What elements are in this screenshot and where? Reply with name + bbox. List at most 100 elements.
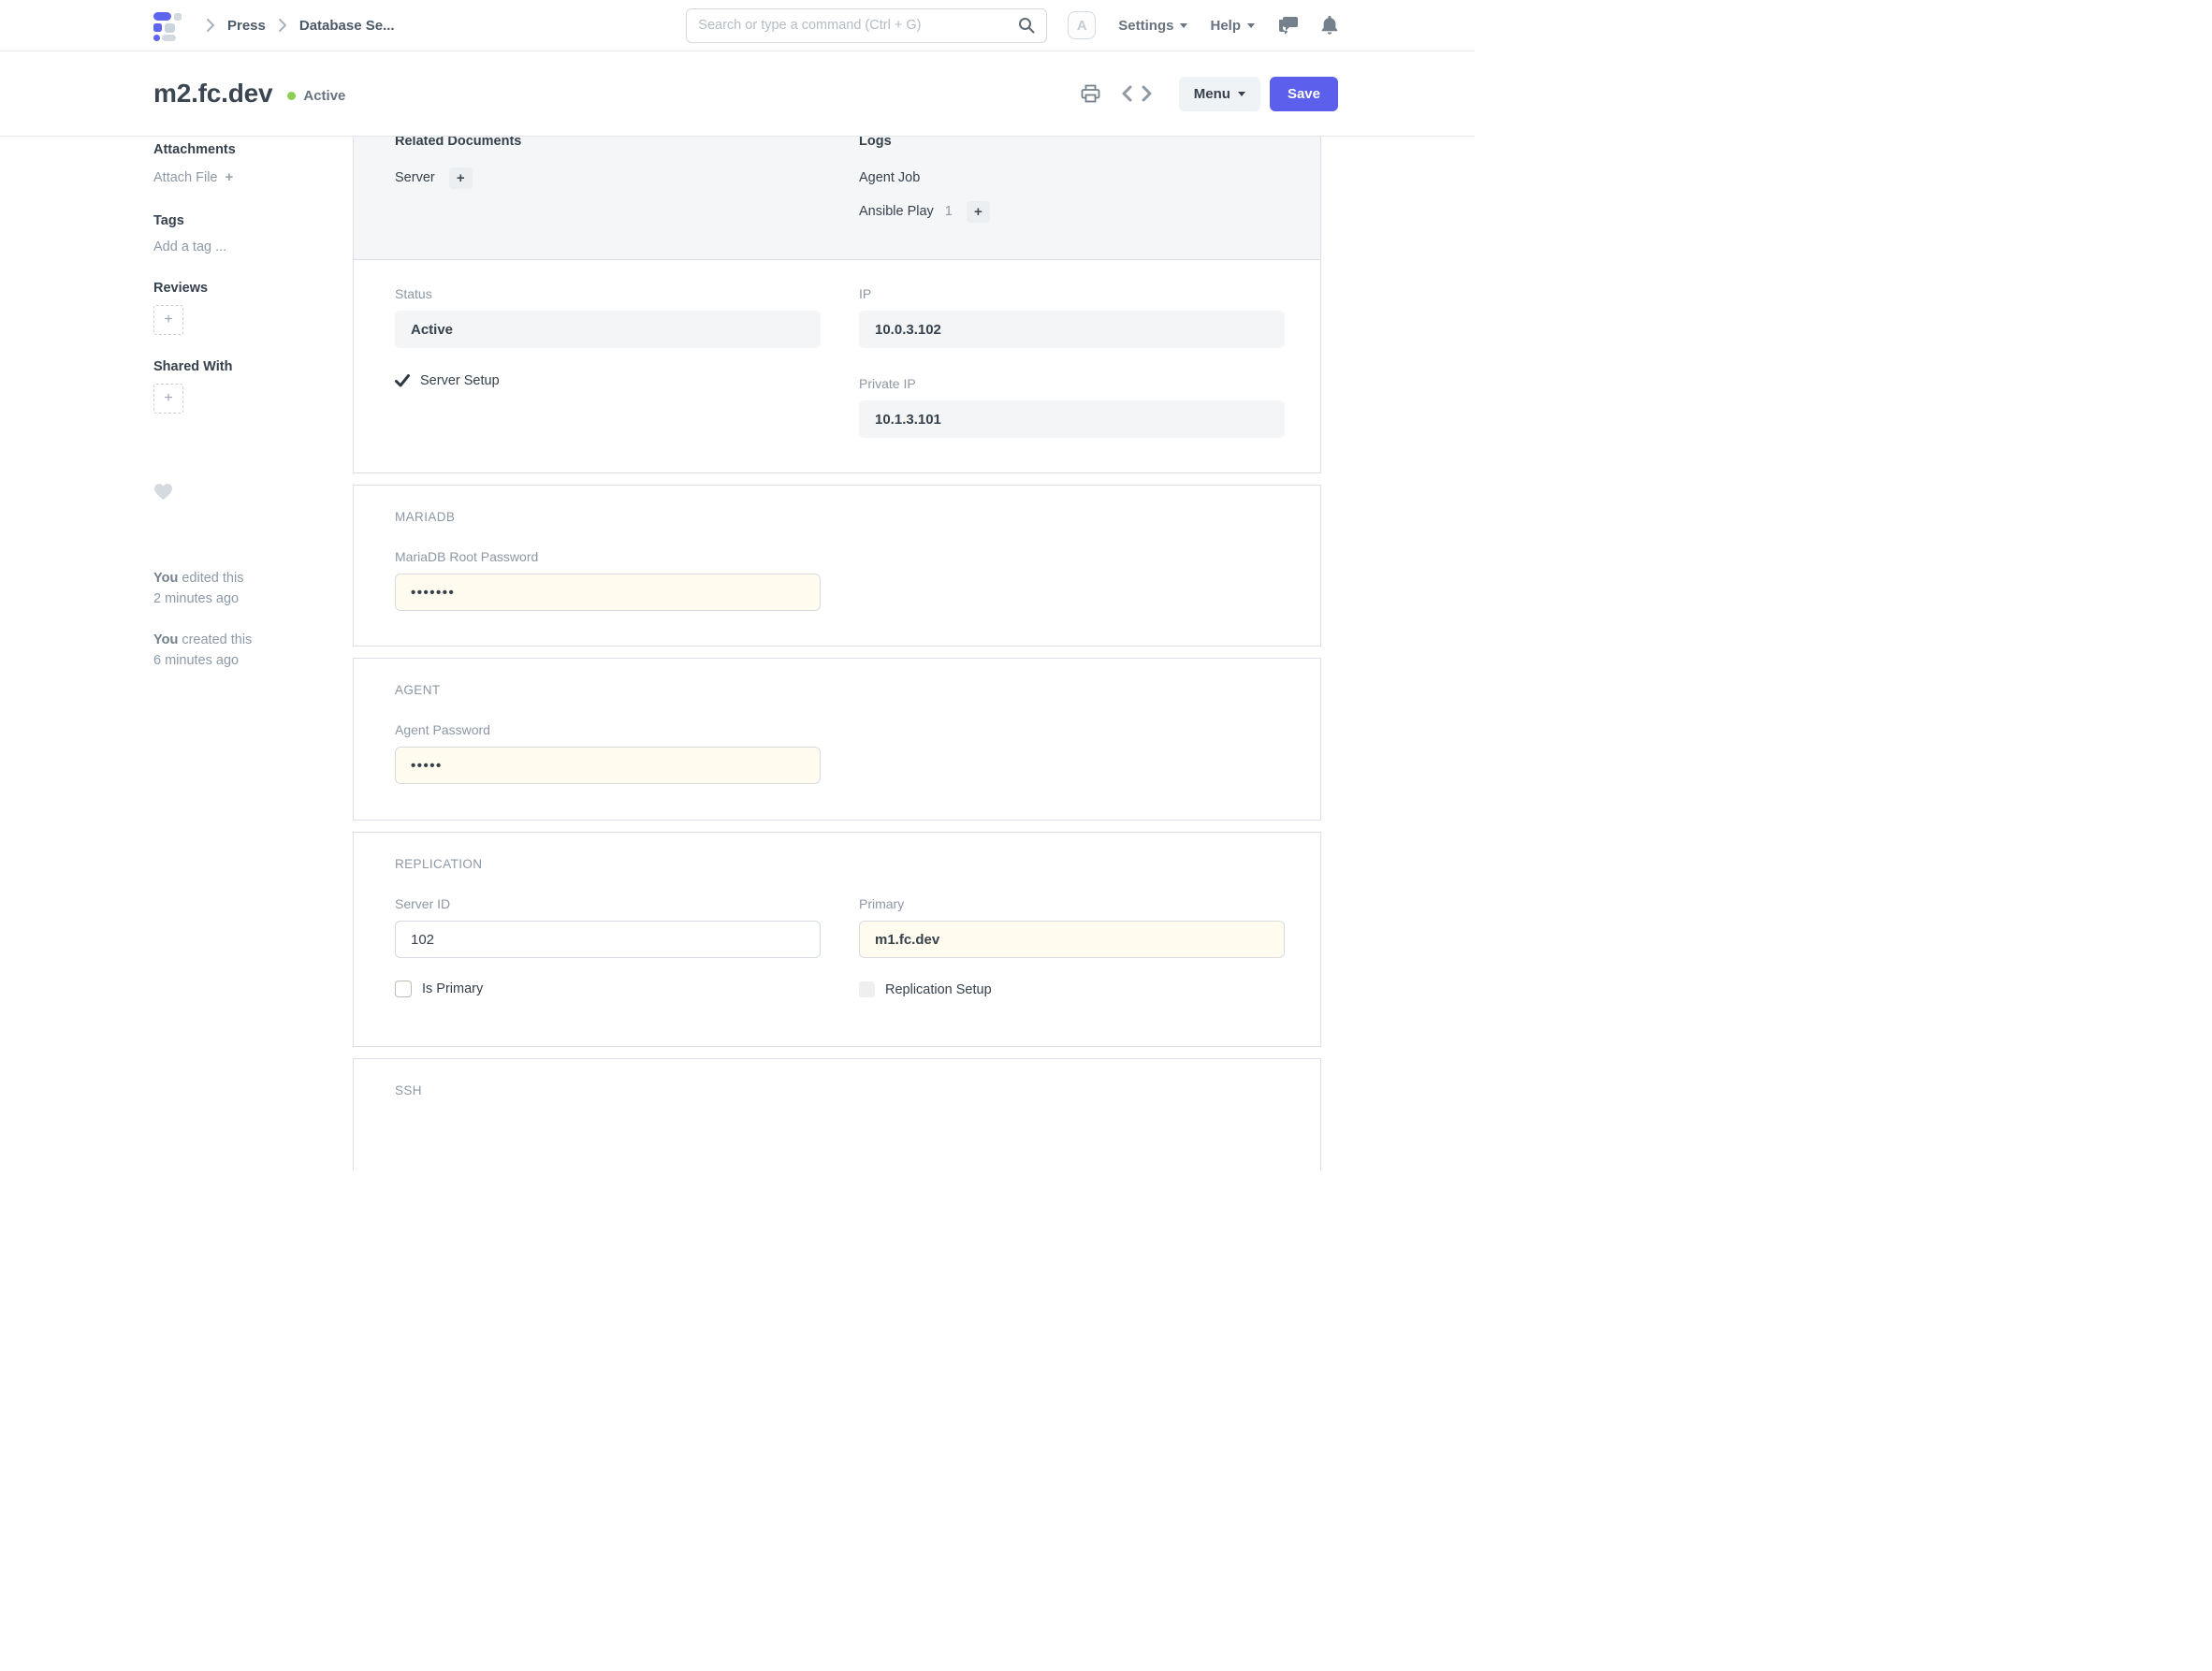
replication-setup-checkbox — [859, 981, 875, 997]
mariadb-root-password-label: MariaDB Root Password — [395, 548, 821, 565]
reviews-title: Reviews — [153, 281, 327, 296]
search-icon[interactable] — [1018, 17, 1035, 34]
timeline-when: 6 minutes ago — [153, 650, 327, 671]
timeline-entry: You created this 6 minutes ago — [153, 630, 327, 671]
status-field: Active — [395, 311, 821, 348]
page-body: Attachments Attach File + Tags Add a tag… — [0, 137, 1475, 1170]
plus-icon: + — [974, 204, 982, 220]
breadcrumb-item-database-server[interactable]: Database Se... — [299, 18, 395, 34]
chevron-down-icon — [1238, 92, 1245, 96]
timeline-when: 2 minutes ago — [153, 588, 327, 609]
prev-next-nav — [1121, 85, 1153, 102]
app-logo-icon[interactable] — [153, 11, 184, 40]
chevron-down-icon — [1180, 23, 1187, 28]
plus-icon: + — [226, 169, 234, 185]
ssh-section-heading: SSH — [395, 1059, 1279, 1098]
agent-section-heading: AGENT — [395, 659, 1279, 698]
server-id-input[interactable] — [395, 921, 821, 958]
private-ip-field: 10.1.3.101 — [859, 400, 1285, 438]
add-server-button[interactable]: + — [449, 167, 473, 189]
form-card-agent: AGENT Agent Password — [353, 658, 1321, 821]
logs-title: Logs — [859, 137, 1285, 151]
agent-password-input[interactable] — [395, 747, 821, 784]
chat-icon[interactable] — [1277, 16, 1299, 35]
form-dashboard: Related Documents Server + Logs Agent Jo… — [354, 137, 1320, 260]
server-id-label: Server ID — [395, 895, 821, 912]
plus-icon: + — [457, 170, 465, 186]
like-heart-icon[interactable] — [153, 483, 327, 501]
save-button[interactable]: Save — [1270, 77, 1338, 111]
timeline-action: created this — [182, 632, 252, 647]
timeline-who: You — [153, 632, 178, 647]
server-setup-check: Server Setup — [395, 373, 821, 388]
add-share-button[interactable]: + — [153, 384, 183, 414]
breadcrumb-item-press[interactable]: Press — [227, 18, 266, 34]
add-review-button[interactable]: + — [153, 305, 183, 335]
primary-label: Primary — [859, 895, 1285, 912]
log-ansible-play-link[interactable]: Ansible Play — [859, 204, 934, 219]
form-card-mariadb: MARIADB MariaDB Root Password — [353, 485, 1321, 647]
timeline-who: You — [153, 571, 178, 586]
related-documents-title: Related Documents — [395, 137, 821, 151]
settings-menu[interactable]: Settings — [1118, 18, 1187, 34]
page-title: m2.fc.dev — [153, 79, 272, 109]
navbar: Press Database Se... A Settings Help — [0, 0, 1475, 51]
replication-section-heading: REPLICATION — [395, 833, 1279, 872]
notifications-bell-icon[interactable] — [1321, 16, 1338, 35]
ip-field-label: IP — [859, 285, 1285, 302]
help-menu[interactable]: Help — [1210, 18, 1255, 34]
replication-setup-label: Replication Setup — [885, 982, 992, 997]
status-indicator: Active — [287, 88, 345, 104]
add-tag-input[interactable]: Add a tag ... — [153, 240, 327, 254]
status-section: Status Active Server Setup IP 10.0.3.102… — [354, 260, 1320, 472]
chevron-right-icon[interactable] — [1142, 85, 1153, 102]
is-primary-check: Is Primary — [395, 981, 821, 997]
page-head: m2.fc.dev Active Menu Save — [0, 51, 1475, 137]
mariadb-root-password-input[interactable] — [395, 574, 821, 611]
check-icon — [395, 374, 410, 387]
agent-password-label: Agent Password — [395, 721, 821, 738]
replication-setup-check: Replication Setup — [859, 981, 1285, 997]
global-search — [686, 8, 1047, 43]
plus-icon: + — [164, 390, 172, 407]
green-dot-icon — [287, 92, 296, 100]
add-ansible-play-button[interactable]: + — [967, 201, 990, 223]
timeline-entry: You edited this 2 minutes ago — [153, 568, 327, 609]
log-agent-job-link[interactable]: Agent Job — [859, 170, 920, 185]
ip-field: 10.0.3.102 — [859, 311, 1285, 348]
chevron-right-icon — [205, 18, 216, 33]
menu-button[interactable]: Menu — [1179, 77, 1260, 111]
help-label: Help — [1210, 18, 1241, 34]
page-actions: Menu Save — [1081, 77, 1338, 111]
form-card-status: Related Documents Server + Logs Agent Jo… — [353, 137, 1321, 473]
timeline-action: edited this — [182, 571, 243, 586]
ansible-play-count: 1 — [945, 204, 953, 219]
tags-title: Tags — [153, 213, 327, 228]
is-primary-checkbox[interactable] — [395, 981, 412, 997]
primary-input[interactable] — [859, 921, 1285, 958]
status-field-label: Status — [395, 285, 821, 302]
menu-button-label: Menu — [1194, 86, 1230, 102]
mariadb-section-heading: MARIADB — [395, 486, 1279, 525]
status-indicator-label: Active — [303, 88, 345, 104]
form-layout: Related Documents Server + Logs Agent Jo… — [353, 137, 1321, 1170]
form-card-ssh: SSH — [353, 1058, 1321, 1170]
navbar-right: A Settings Help — [1068, 11, 1338, 39]
print-icon[interactable] — [1081, 84, 1100, 103]
shared-with-title: Shared With — [153, 359, 327, 374]
breadcrumb: Press Database Se... — [194, 18, 395, 34]
related-doc-server-link[interactable]: Server — [395, 170, 435, 185]
form-card-replication: REPLICATION Server ID Is Primary Primary — [353, 832, 1321, 1047]
attachments-title: Attachments — [153, 142, 327, 157]
chevron-left-icon[interactable] — [1121, 85, 1132, 102]
search-input[interactable] — [698, 18, 1018, 33]
chevron-down-icon — [1247, 23, 1255, 28]
is-primary-label: Is Primary — [422, 981, 483, 996]
attach-file-label: Attach File — [153, 170, 218, 185]
attach-file-button[interactable]: Attach File + — [153, 169, 327, 185]
private-ip-field-label: Private IP — [859, 375, 1285, 392]
chevron-right-icon — [277, 18, 288, 33]
form-sidebar: Attachments Attach File + Tags Add a tag… — [153, 137, 353, 671]
avatar[interactable]: A — [1068, 11, 1096, 39]
plus-icon: + — [164, 312, 172, 328]
